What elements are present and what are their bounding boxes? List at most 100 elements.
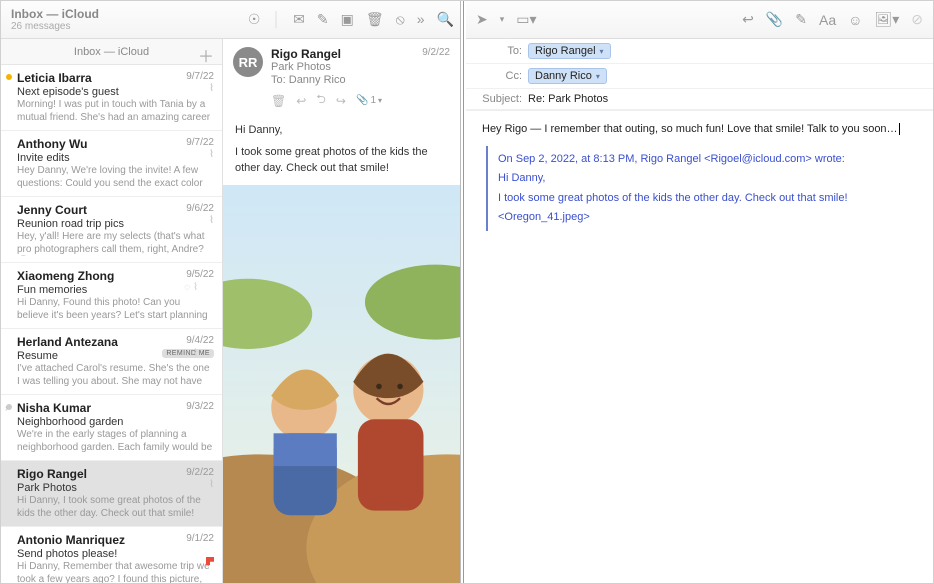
message-subject: Next episode's guest bbox=[17, 86, 214, 98]
message-preview-text: Hi Danny, Found this photo! Can you beli… bbox=[17, 297, 214, 322]
paperclip-icon: ⌇ bbox=[209, 479, 214, 490]
mailbox-title: Inbox — iCloud bbox=[11, 7, 99, 21]
more-icon[interactable]: » bbox=[417, 11, 425, 28]
app-root: Inbox — iCloud 26 messages ☉ │ ✉︎ ✎ ▣ 🗑 … bbox=[0, 0, 934, 584]
paperclip-icon: ⌇ bbox=[209, 215, 214, 226]
subject-label: Subject: bbox=[478, 93, 528, 105]
chevron-down-icon: ▾ bbox=[378, 96, 382, 105]
attachment-count: 1 bbox=[370, 95, 376, 106]
chevron-down-icon[interactable]: ▾ bbox=[596, 72, 600, 81]
new-mail-icon[interactable]: ✉︎ bbox=[293, 11, 305, 28]
message-preview-text: I've attached Carol's resume. She's the … bbox=[17, 363, 214, 388]
junk-icon[interactable]: ⦸ bbox=[396, 11, 405, 28]
message-from: Xiaomeng Zhong bbox=[17, 269, 214, 283]
compose-body[interactable]: Hey Rigo — I remember that outing, so mu… bbox=[466, 111, 933, 241]
message-date: 9/3/22 bbox=[186, 401, 214, 412]
cc-token[interactable]: Danny Rico ▾ bbox=[528, 68, 607, 84]
archive-icon[interactable]: ▣ bbox=[341, 11, 354, 28]
compose-icon[interactable]: ✎ bbox=[317, 11, 329, 28]
emoji-icon[interactable]: ☺ bbox=[848, 12, 862, 28]
message-row[interactable]: ⌇ Leticia Ibarra 9/7/22 Next episode's g… bbox=[1, 65, 222, 131]
text-cursor bbox=[899, 123, 900, 135]
message-from: Herland Antezana bbox=[17, 335, 214, 349]
forward-icon[interactable]: ↪︎ bbox=[336, 94, 346, 108]
cc-field[interactable]: Cc: Danny Rico ▾ bbox=[466, 64, 933, 89]
cc-label: Cc: bbox=[478, 70, 528, 82]
message-preview-text: Morning! I was put in touch with Tania b… bbox=[17, 99, 214, 124]
add-mailbox-icon[interactable]: ＋ bbox=[198, 43, 214, 67]
window-splitter[interactable] bbox=[461, 1, 466, 583]
preview-subject: Park Photos bbox=[271, 61, 450, 73]
message-row[interactable]: ◌⌇ Xiaomeng Zhong 9/5/22 Fun memories Hi… bbox=[1, 263, 222, 329]
message-row[interactable]: › Nisha Kumar 9/3/22 Neighborhood garden… bbox=[1, 395, 222, 461]
preview-body-text: I took some great photos of the kids the… bbox=[235, 145, 448, 177]
message-preview-text: We're in the early stages of planning a … bbox=[17, 429, 214, 454]
message-row[interactable]: ⌇ Anthony Wu 9/7/22 Invite edits Hey Dan… bbox=[1, 131, 222, 197]
compose-toolbar: ➤ ▾ ▭▾ ↩︎ 📎 ✎ Aa ☺ 🖼▾ ⊘ bbox=[466, 1, 933, 39]
message-subject: Send photos please! bbox=[17, 548, 214, 560]
message-row[interactable]: Antonio Manriquez 9/1/22 Send photos ple… bbox=[1, 527, 222, 583]
attach-icon[interactable]: 📎 bbox=[766, 11, 783, 28]
photo-icon[interactable]: 🖼▾ bbox=[874, 11, 899, 28]
mailbox-subtitle: 26 messages bbox=[11, 21, 99, 32]
to-token[interactable]: Rigo Rangel ▾ bbox=[528, 43, 611, 59]
preview-body: Hi Danny, I took some great photos of th… bbox=[223, 115, 460, 185]
send-later-icon[interactable]: ▾ bbox=[500, 14, 505, 25]
subject-value[interactable]: Re: Park Photos bbox=[528, 93, 921, 105]
quote-line: Hi Danny, bbox=[498, 170, 917, 187]
message-row[interactable]: ⌇ Rigo Rangel 9/2/22 Park Photos Hi Dann… bbox=[1, 461, 222, 527]
paperclip-icon: ⌇ bbox=[209, 149, 214, 160]
message-date: 9/2/22 bbox=[186, 467, 214, 478]
compose-quote-block: On Sep 2, 2022, at 8:13 PM, Rigo Rangel … bbox=[486, 146, 917, 231]
search-icon[interactable]: 🔍 bbox=[437, 11, 454, 28]
compose-window: ➤ ▾ ▭▾ ↩︎ 📎 ✎ Aa ☺ 🖼▾ ⊘ To: Rigo Rangel … bbox=[466, 1, 933, 583]
preview-to: To: Danny Rico bbox=[271, 74, 450, 86]
subject-field[interactable]: Subject: Re: Park Photos bbox=[466, 89, 933, 110]
delete-icon[interactable]: 🗑 bbox=[366, 11, 384, 28]
paperclip-icon: ⌇ bbox=[209, 83, 214, 94]
send-icon[interactable]: ➤ bbox=[476, 11, 488, 28]
thread-chevron-icon[interactable]: › bbox=[5, 403, 8, 413]
compose-typed-span: Hey Rigo — I remember that outing, so mu… bbox=[482, 123, 898, 135]
toolbar-divider: │ bbox=[272, 11, 281, 28]
compose-typed-text[interactable]: Hey Rigo — I remember that outing, so mu… bbox=[482, 121, 917, 138]
mail-body: Inbox — iCloud ＋ ⌇ Leticia Ibarra 9/7/22… bbox=[1, 39, 460, 583]
message-subject: Invite edits bbox=[17, 152, 214, 164]
reply-icon[interactable]: ↩︎ bbox=[742, 11, 754, 28]
preview-header: RR 9/2/22 Rigo Rangel Park Photos To: Da… bbox=[223, 39, 460, 115]
mailbox-title-block: Inbox — iCloud 26 messages bbox=[11, 7, 99, 32]
message-preview-text: Hey Danny, We're loving the invite! A fe… bbox=[17, 165, 214, 190]
message-subject: Neighborhood garden bbox=[17, 416, 214, 428]
filter-icon[interactable]: ☉ bbox=[248, 11, 261, 28]
quote-line: I took some great photos of the kids the… bbox=[498, 190, 917, 207]
compose-fields: To: Rigo Rangel ▾ Cc: Danny Rico ▾ Subje… bbox=[466, 39, 933, 111]
message-row[interactable]: ⌇ Jenny Court 9/6/22 Reunion road trip p… bbox=[1, 197, 222, 263]
insert-icon[interactable]: ✎ bbox=[795, 11, 807, 28]
trash-icon[interactable]: 🗑 bbox=[271, 94, 286, 108]
format-icon[interactable]: Aa bbox=[819, 12, 836, 28]
preview-to-label: To: bbox=[271, 74, 286, 86]
to-label: To: bbox=[478, 45, 528, 57]
mail-toolbar-icons: ☉ │ ✉︎ ✎ ▣ 🗑 ⦸ » 🔍 bbox=[248, 11, 454, 28]
chevron-down-icon[interactable]: ▾ bbox=[600, 47, 604, 56]
reply-all-icon[interactable]: ⮌ bbox=[316, 90, 326, 111]
preview-attachment-image[interactable] bbox=[223, 185, 460, 583]
message-from: Antonio Manriquez bbox=[17, 533, 214, 547]
message-date: 9/7/22 bbox=[186, 137, 214, 148]
message-preview: RR 9/2/22 Rigo Rangel Park Photos To: Da… bbox=[223, 39, 460, 583]
attachment-indicator[interactable]: 📎 1 ▾ bbox=[356, 95, 382, 106]
message-row[interactable]: REMIND ME◌⌇ Herland Antezana 9/4/22 Resu… bbox=[1, 329, 222, 395]
preview-actions: 🗑 ↩︎ ⮌ ↪︎ 📎 1 ▾ bbox=[271, 90, 450, 111]
message-list[interactable]: Inbox — iCloud ＋ ⌇ Leticia Ibarra 9/7/22… bbox=[1, 39, 223, 583]
message-date: 9/1/22 bbox=[186, 533, 214, 544]
mail-toolbar: Inbox — iCloud 26 messages ☉ │ ✉︎ ✎ ▣ 🗑 … bbox=[1, 1, 460, 39]
message-list-title: Inbox — iCloud bbox=[74, 46, 149, 58]
message-from: Rigo Rangel bbox=[17, 467, 214, 481]
to-field[interactable]: To: Rigo Rangel ▾ bbox=[466, 39, 933, 64]
message-from: Jenny Court bbox=[17, 203, 214, 217]
reply-icon[interactable]: ↩︎ bbox=[296, 94, 306, 108]
header-fields-icon[interactable]: ▭▾ bbox=[516, 11, 536, 28]
quote-header: On Sep 2, 2022, at 8:13 PM, Rigo Rangel … bbox=[498, 151, 917, 168]
link-icon[interactable]: ⊘ bbox=[911, 11, 923, 28]
message-date: 9/5/22 bbox=[186, 269, 214, 280]
